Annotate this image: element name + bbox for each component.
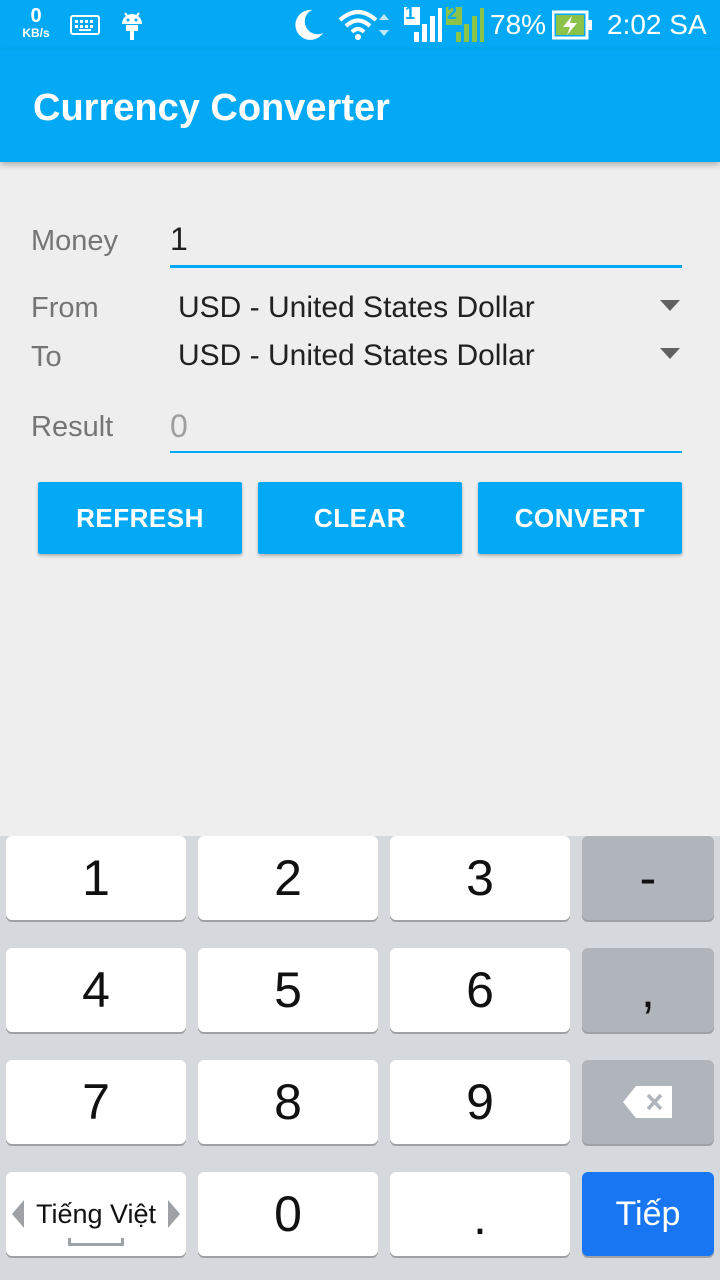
key-6[interactable]: 6 <box>390 948 570 1032</box>
android-icon <box>122 12 142 40</box>
from-label: From <box>31 292 99 324</box>
dropdown-arrow-icon <box>660 348 680 359</box>
refresh-button[interactable]: REFRESH <box>38 482 242 554</box>
sim1-label: 1 <box>405 3 416 23</box>
numeric-keyboard: 1 2 3 - 4 5 6 , 7 8 9 Tiếng Việt 0 . Tiế… <box>0 836 720 1280</box>
from-currency-select[interactable]: USD - United States Dollar <box>170 286 682 330</box>
key-9[interactable]: 9 <box>390 1060 570 1144</box>
convert-button[interactable]: CONVERT <box>478 482 682 554</box>
key-2[interactable]: 2 <box>198 836 378 920</box>
key-minus[interactable]: - <box>582 836 714 920</box>
from-currency-value: USD - United States Dollar <box>178 291 535 324</box>
to-currency-select[interactable]: USD - United States Dollar <box>170 334 682 378</box>
clock: 2:02 SA <box>607 9 707 40</box>
money-input[interactable]: 1 <box>170 220 188 258</box>
next-action-key[interactable]: Tiếp <box>582 1172 714 1256</box>
language-label: Tiếng Việt <box>35 1198 157 1229</box>
battery-charging-icon <box>552 10 592 40</box>
key-7[interactable]: 7 <box>6 1060 186 1144</box>
language-next-icon <box>168 1200 180 1228</box>
key-period[interactable]: . <box>390 1172 570 1256</box>
result-field: 0 <box>170 408 188 444</box>
key-comma[interactable]: , <box>582 948 714 1032</box>
result-label: Result <box>31 411 114 443</box>
network-speed-unit: KB/s <box>22 26 50 40</box>
key-4[interactable]: 4 <box>6 948 186 1032</box>
money-label: Money <box>31 225 119 257</box>
key-3[interactable]: 3 <box>390 836 570 920</box>
clear-button[interactable]: CLEAR <box>258 482 462 554</box>
dropdown-arrow-icon <box>660 300 680 311</box>
app-title: Currency Converter <box>33 87 390 129</box>
key-1[interactable]: 1 <box>6 836 186 920</box>
key-8[interactable]: 8 <box>198 1060 378 1144</box>
language-prev-icon <box>12 1200 24 1228</box>
language-switch-key[interactable]: Tiếng Việt <box>6 1172 186 1256</box>
network-speed-value: 0 <box>30 5 42 27</box>
result-field-underline <box>170 451 682 453</box>
sim2-label: 2 <box>447 3 458 23</box>
key-0[interactable]: 0 <box>198 1172 378 1256</box>
status-bar: 0 KB/s 1 2 78% 2:02 SA <box>0 0 720 50</box>
battery-percent: 78% <box>490 9 547 40</box>
to-currency-value: USD - United States Dollar <box>178 339 535 372</box>
key-5[interactable]: 5 <box>198 948 378 1032</box>
moon-icon <box>295 9 323 40</box>
wifi-icon <box>338 10 389 40</box>
space-icon <box>68 1238 124 1246</box>
to-label: To <box>31 341 62 373</box>
money-input-underline <box>170 265 682 268</box>
keyboard-icon <box>70 15 100 35</box>
backspace-icon <box>623 1086 672 1118</box>
network-speed: 0 KB/s <box>18 6 54 40</box>
backspace-key[interactable] <box>582 1060 714 1144</box>
app-bar: Currency Converter <box>0 50 720 162</box>
